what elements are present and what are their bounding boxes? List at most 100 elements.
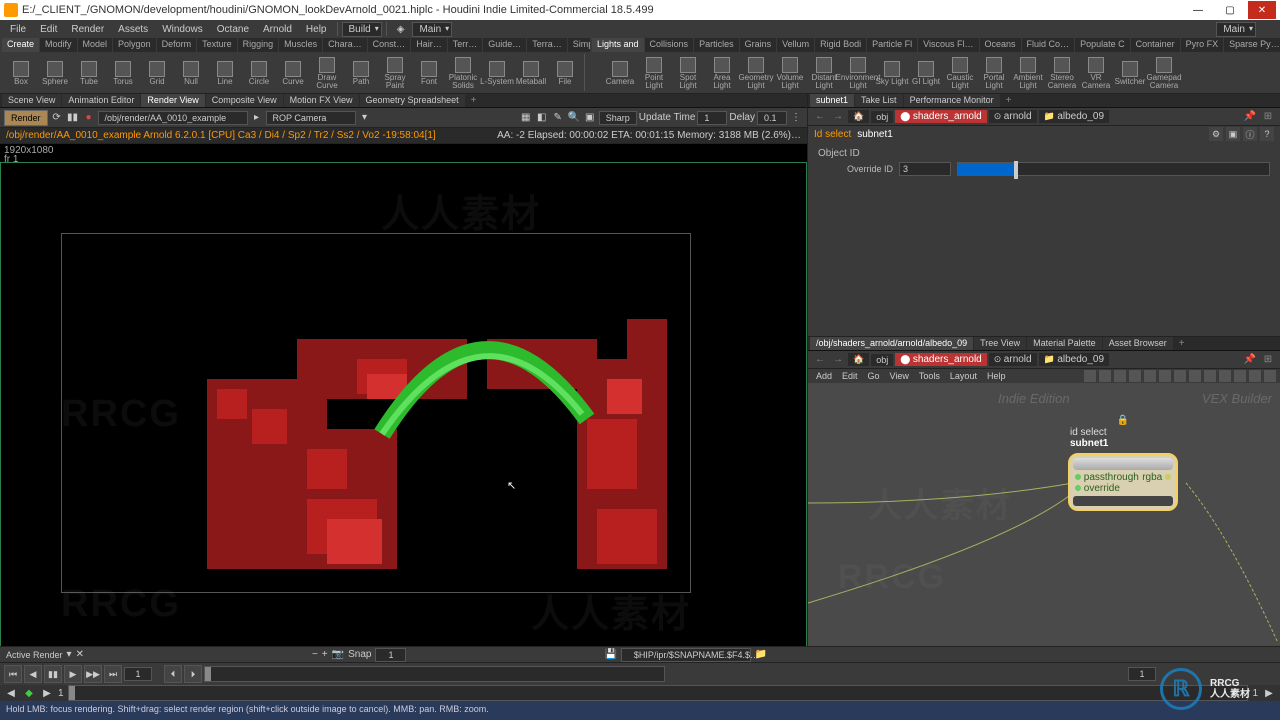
output-port[interactable]: rgba xyxy=(1142,472,1162,483)
net-menu-help[interactable]: Help xyxy=(983,370,1010,382)
shelf-tool-l-system[interactable]: L-System xyxy=(480,54,514,92)
shelf-tab[interactable]: Terr… xyxy=(448,38,483,52)
shelf-tab[interactable]: Vellum xyxy=(777,38,814,52)
shelf-tab[interactable]: Model xyxy=(78,38,113,52)
tool-icon[interactable] xyxy=(1084,370,1096,382)
shelf-tool-path[interactable]: Path xyxy=(344,54,378,92)
home-icon[interactable]: 🏠 xyxy=(848,353,869,366)
path-seg[interactable]: ⊙ arnold xyxy=(989,110,1037,123)
shelf-tool-environment-light[interactable]: Environment Light xyxy=(841,54,875,92)
shelf-tool-torus[interactable]: Torus xyxy=(106,54,140,92)
render-button[interactable]: Render xyxy=(4,110,48,126)
tool-icon[interactable] xyxy=(1114,370,1126,382)
shelf-tool-camera[interactable]: Camera xyxy=(603,54,637,92)
shelf-set-selector[interactable]: Main xyxy=(412,22,452,37)
shelf-tab-lights[interactable]: Lights and xyxy=(592,38,644,52)
path-seg[interactable]: 📁 albedo_09 xyxy=(1039,110,1109,123)
tab-geo-spread[interactable]: Geometry Spreadsheet xyxy=(360,94,465,107)
shelf-tab[interactable]: Terra… xyxy=(527,38,567,52)
fwd-button[interactable]: → xyxy=(830,354,846,365)
net-menu-edit[interactable]: Edit xyxy=(838,370,862,382)
menu-octane[interactable]: Octane xyxy=(211,22,255,37)
shelf-tool-tube[interactable]: Tube xyxy=(72,54,106,92)
color-icon[interactable]: ◧ xyxy=(535,111,549,125)
snap-field[interactable]: 1 xyxy=(375,648,406,662)
menu-file[interactable]: File xyxy=(4,22,32,37)
net-menu-go[interactable]: Go xyxy=(864,370,884,382)
shelf-tool-sky-light[interactable]: Sky Light xyxy=(875,54,909,92)
shelf-tool-box[interactable]: Box xyxy=(4,54,38,92)
add-tab-button[interactable]: + xyxy=(1001,94,1017,107)
shelf-set-selector-2[interactable]: Main xyxy=(1216,22,1256,37)
shelf-tool-ambient-light[interactable]: Ambient Light xyxy=(1011,54,1045,92)
ship-path-field[interactable]: $HIP/ipr/$SNAPNAME.$F4.$… xyxy=(621,648,751,662)
tool-icon[interactable] xyxy=(1249,370,1261,382)
shelf-tab[interactable]: Grains xyxy=(740,38,777,52)
maximize-button[interactable]: ▢ xyxy=(1216,1,1244,19)
pause-icon[interactable]: ▮▮ xyxy=(66,111,80,125)
play-back-button[interactable]: ▮▮ xyxy=(44,665,62,683)
tool-icon[interactable] xyxy=(1159,370,1171,382)
expand-icon[interactable]: ⊞ xyxy=(1260,111,1276,122)
play-button[interactable]: ▶ xyxy=(64,665,82,683)
path-seg[interactable]: ⬤ shaders_arnold xyxy=(895,353,987,366)
shelf-tab[interactable]: Particle Fl xyxy=(867,38,917,52)
shelf-tab[interactable]: Modify xyxy=(40,38,77,52)
input-port[interactable]: override xyxy=(1084,483,1120,494)
net-menu-add[interactable]: Add xyxy=(812,370,836,382)
fwd-button[interactable]: → xyxy=(830,111,846,122)
range-start-button[interactable]: ⏴ xyxy=(164,665,182,683)
info-icon[interactable]: ⓘ xyxy=(1243,127,1257,141)
expand-icon[interactable]: ⊞ xyxy=(1260,354,1276,365)
refresh-icon[interactable]: ⟳ xyxy=(50,111,64,125)
mode-select[interactable]: Sharp xyxy=(599,111,637,125)
shelf-tool-gamepad-camera[interactable]: Gamepad Camera xyxy=(1147,54,1181,92)
shelf-tool-geometry-light[interactable]: Geometry Light xyxy=(739,54,773,92)
shelf-tool-point-light[interactable]: Point Light xyxy=(637,54,671,92)
tab-subnet[interactable]: subnet1 xyxy=(810,94,854,107)
range-play-icon[interactable]: ▶ xyxy=(1262,686,1276,700)
settings-icon[interactable]: ⋮ xyxy=(789,111,803,125)
shelf-tab[interactable]: Container xyxy=(1131,38,1180,52)
help-icon[interactable]: ? xyxy=(1260,127,1274,141)
tab-motion-fx[interactable]: Motion FX View xyxy=(284,94,359,107)
render-viewport[interactable]: ↖ RRCG 人人素材 RRCG 人人素材 xyxy=(0,162,807,692)
menu-edit[interactable]: Edit xyxy=(34,22,63,37)
key-prev-icon[interactable]: ◀ xyxy=(4,686,18,700)
tab-anim-editor[interactable]: Animation Editor xyxy=(62,94,140,107)
shelf-tab[interactable]: Particles xyxy=(694,38,739,52)
tab-take-list[interactable]: Take List xyxy=(855,94,903,107)
end-frame-field[interactable] xyxy=(1128,667,1156,681)
shelf-tab[interactable]: Hair… xyxy=(411,38,447,52)
shelf-tab[interactable]: Rigid Bodi xyxy=(815,38,866,52)
tab-tree-view[interactable]: Tree View xyxy=(974,337,1026,350)
add-tab-button[interactable]: + xyxy=(466,94,482,107)
net-menu-tools[interactable]: Tools xyxy=(915,370,944,382)
menu-arnold[interactable]: Arnold xyxy=(257,22,298,37)
node-subnet1[interactable]: 🔒 id select subnet1 passthroughrgba over… xyxy=(1068,453,1178,511)
shelf-tool-vr-camera[interactable]: VR Camera xyxy=(1079,54,1113,92)
menu-windows[interactable]: Windows xyxy=(156,22,209,37)
path-seg[interactable]: ⊙ arnold xyxy=(989,353,1037,366)
net-menu-view[interactable]: View xyxy=(886,370,913,382)
shelf-tool-draw-curve[interactable]: Draw Curve xyxy=(310,54,344,92)
shelf-tab[interactable]: Populate C xyxy=(1075,38,1130,52)
key-next-icon[interactable]: ▶ xyxy=(40,686,54,700)
tab-composite[interactable]: Composite View xyxy=(206,94,283,107)
first-frame-button[interactable]: ⏮ xyxy=(4,665,22,683)
camera-icon[interactable]: ▾ xyxy=(358,111,372,125)
key-set-icon[interactable]: ◆ xyxy=(22,686,36,700)
shelf-tool-spot-light[interactable]: Spot Light xyxy=(671,54,705,92)
zoom-icon[interactable]: 🔍 xyxy=(567,111,581,125)
shelf-tool-stereo-camera[interactable]: Stereo Camera xyxy=(1045,54,1079,92)
tool-icon[interactable] xyxy=(1129,370,1141,382)
tool-icon[interactable] xyxy=(1174,370,1186,382)
path-seg[interactable]: obj xyxy=(871,111,893,123)
tab-scene-view[interactable]: Scene View xyxy=(2,94,61,107)
remove-icon[interactable]: ✕ xyxy=(76,649,84,660)
shelf-tab[interactable]: Collisions xyxy=(645,38,694,52)
shelf-tab[interactable]: Pyro FX xyxy=(1181,38,1224,52)
shelf-tool-portal-light[interactable]: Portal Light xyxy=(977,54,1011,92)
shelf-tool-gi-light[interactable]: GI Light xyxy=(909,54,943,92)
last-frame-button[interactable]: ⏭ xyxy=(104,665,122,683)
